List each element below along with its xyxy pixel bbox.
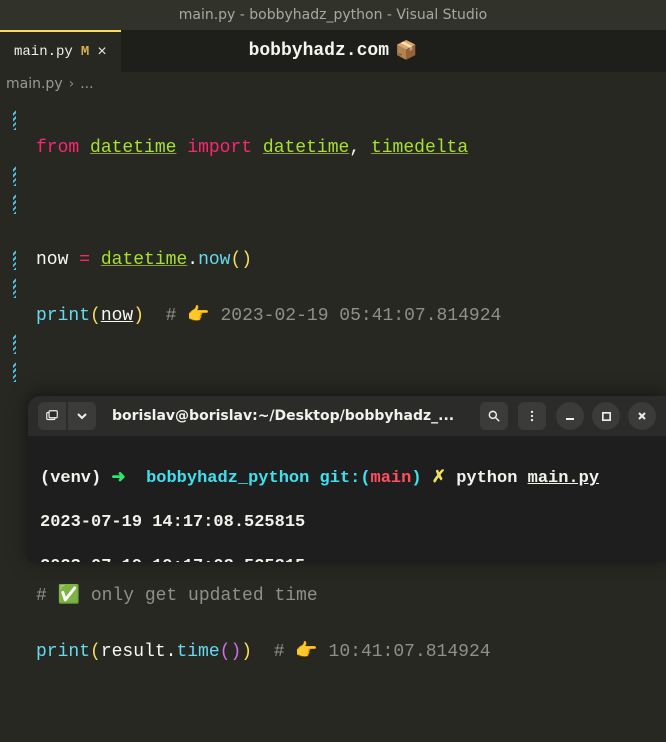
chevron-right-icon: ›	[69, 76, 75, 92]
close-icon[interactable]: ×	[97, 43, 107, 61]
minimize-icon	[564, 410, 576, 422]
terminal-title: borislav@borislav:~/Desktop/bobbyhadz_..…	[106, 408, 470, 424]
tab-row: main.py M × bobbyhadz.com 📦	[0, 30, 666, 72]
terminal-body[interactable]: (venv) ➜ bobbyhadz_python git:(main) ✗ p…	[28, 436, 666, 562]
terminal-window: borislav@borislav:~/Desktop/bobbyhadz_..…	[28, 396, 666, 562]
new-tab-button[interactable]	[38, 402, 66, 430]
window-title: main.py - bobbyhadz_python - Visual Stud…	[179, 7, 488, 23]
minimize-button[interactable]	[556, 402, 584, 430]
terminal-tab-group	[38, 402, 96, 430]
kebab-icon	[525, 409, 539, 423]
chevron-down-icon	[77, 411, 87, 421]
terminal-line: 2023-07-19 19:17:08.525815	[40, 556, 654, 562]
menu-button[interactable]	[518, 402, 546, 430]
maximize-button[interactable]	[592, 402, 620, 430]
watermark-text: bobbyhadz.com	[249, 41, 389, 61]
close-icon	[636, 410, 648, 422]
search-icon	[487, 409, 501, 423]
gutter	[0, 106, 20, 386]
terminal-line: (venv) ➜ bobbyhadz_python git:(main) ✗ p…	[40, 468, 654, 490]
tab-modified-indicator: M	[81, 44, 89, 60]
breadcrumb-file: main.py	[6, 76, 63, 92]
search-button[interactable]	[480, 402, 508, 430]
tab-main-py[interactable]: main.py M ×	[0, 30, 121, 72]
terminal-titlebar: borislav@borislav:~/Desktop/bobbyhadz_..…	[28, 396, 666, 436]
cube-icon: 📦	[395, 40, 417, 62]
terminal-line: 2023-07-19 14:17:08.525815	[40, 512, 654, 534]
tab-dropdown-button[interactable]	[68, 402, 96, 430]
watermark: bobbyhadz.com 📦	[249, 40, 418, 62]
tab-filename: main.py	[14, 44, 73, 60]
close-button[interactable]	[628, 402, 656, 430]
maximize-icon	[601, 411, 612, 422]
breadcrumb[interactable]: main.py › ...	[0, 72, 666, 96]
breadcrumb-more: ...	[80, 76, 93, 92]
window-title-bar: main.py - bobbyhadz_python - Visual Stud…	[0, 0, 666, 30]
